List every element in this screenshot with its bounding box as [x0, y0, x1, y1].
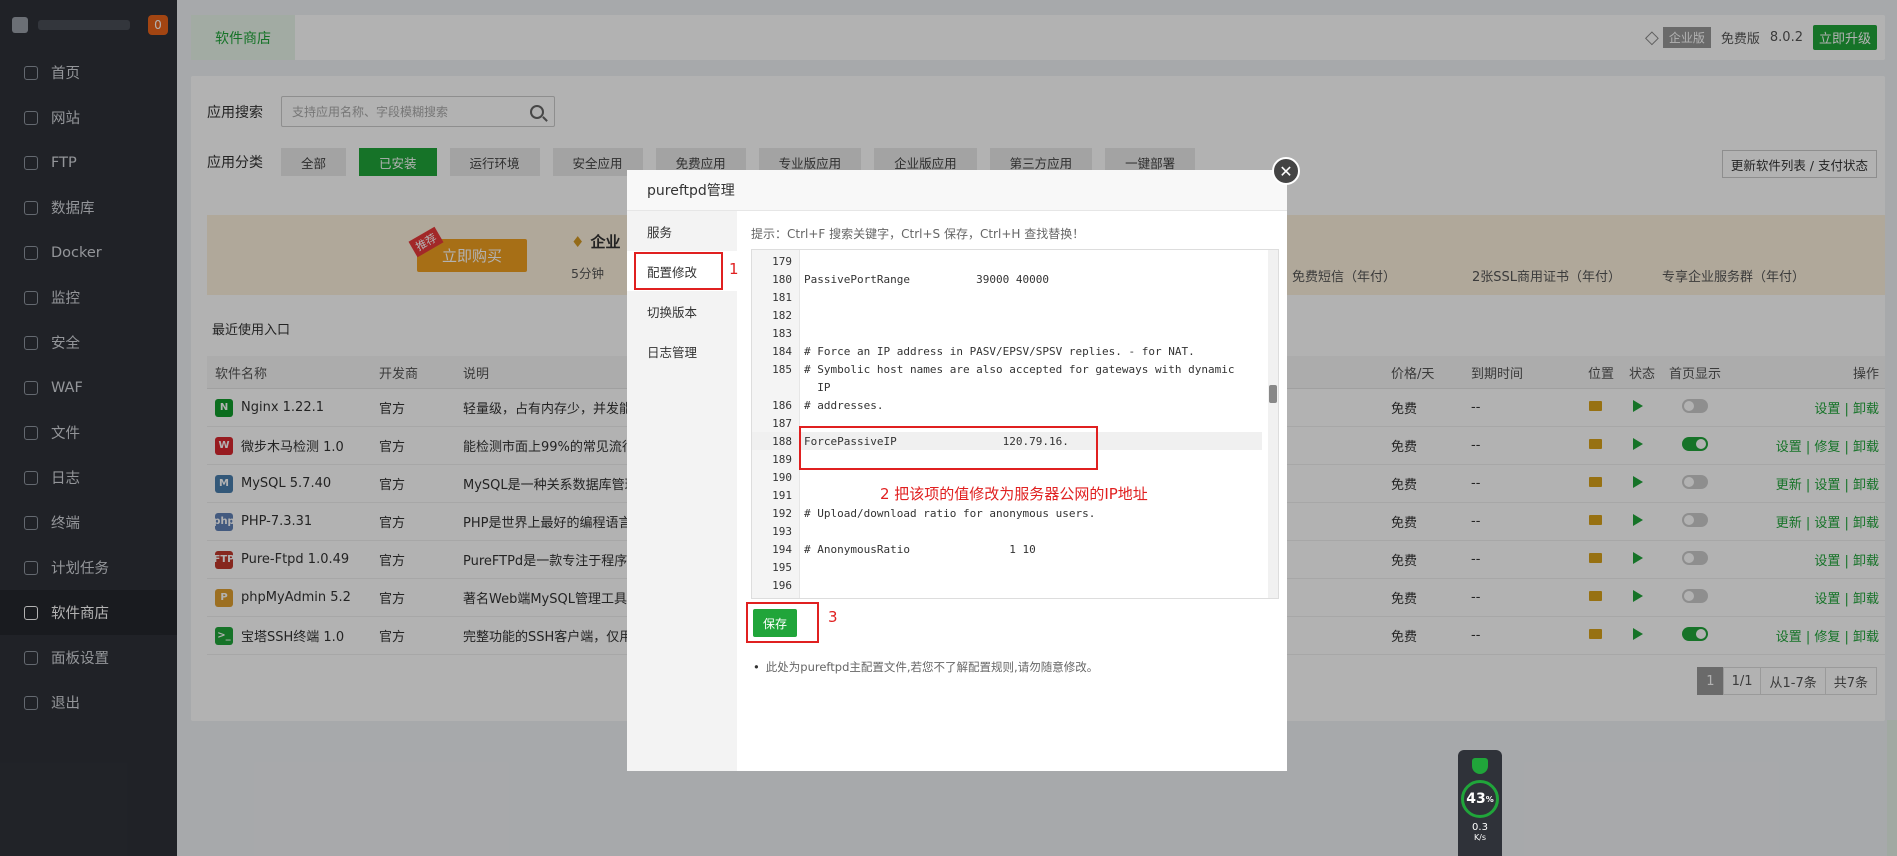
annotation-3: 3 [828, 608, 838, 626]
annotation-2: 2 把该项的值修改为服务器公网的IP地址 [880, 485, 1148, 503]
line-text: # addresses. [804, 398, 884, 412]
pureftpd-modal: pureftpd管理 ✕ 服务 配置修改 切换版本 日志管理 提示：Ctrl+F… [627, 157, 1300, 771]
net-rate: 0.3 [1472, 822, 1488, 833]
code-line[interactable]: 195 [752, 558, 1262, 576]
shield-icon [1472, 758, 1488, 774]
annotation-box-3 [746, 602, 819, 643]
code-line[interactable]: 193 [752, 522, 1262, 540]
line-number: 187 [772, 416, 792, 430]
line-number: 195 [772, 560, 792, 574]
code-line[interactable]: 180 PassivePortRange 39000 40000 [752, 270, 1262, 288]
line-number: 192 [772, 506, 792, 520]
note-text: 此处为pureftpd主配置文件,若您不了解配置规则,请勿随意修改。 [765, 660, 1099, 674]
annotation-1: 1 [729, 260, 739, 278]
scroll-thumb[interactable] [1269, 385, 1277, 403]
line-number: 194 [772, 542, 792, 556]
code-line[interactable]: 179 [752, 252, 1262, 270]
code-line[interactable]: 181 [752, 288, 1262, 306]
side-item-switch-version[interactable]: 切换版本 [627, 291, 737, 331]
code-line[interactable]: 182 [752, 306, 1262, 324]
code-line[interactable]: 192 # Upload/download ratio for anonymous… [752, 504, 1262, 522]
line-text: # Force an IP address in PASV/EPSV/SPSV … [804, 344, 1195, 358]
code-line[interactable]: 183 [752, 324, 1262, 342]
line-number: 188 [772, 434, 792, 448]
line-number: 193 [772, 524, 792, 538]
line-number: 196 [772, 578, 792, 592]
side-item-logs[interactable]: 日志管理 [627, 331, 737, 371]
line-number: 185 [772, 362, 792, 376]
editor-scrollbar[interactable] [1268, 250, 1278, 598]
side-item-service[interactable]: 服务 [627, 211, 737, 251]
modal-title: pureftpd管理 [627, 170, 1287, 211]
line-text: # Symbolic host names are also accepted … [804, 362, 1235, 376]
close-icon[interactable]: ✕ [1272, 157, 1300, 185]
line-number: 183 [772, 326, 792, 340]
line-number: 181 [772, 290, 792, 304]
line-number: 180 [772, 272, 792, 286]
speed-widget[interactable]: 43% 0.3 K/s [1458, 750, 1502, 856]
line-number: 182 [772, 308, 792, 322]
line-text: PassivePortRange 39000 40000 [804, 272, 1050, 286]
modal-sidebar: 服务 配置修改 切换版本 日志管理 [627, 211, 737, 771]
line-number: 189 [772, 452, 792, 466]
line-number: 190 [772, 470, 792, 484]
code-line[interactable]: 194 # AnonymousRatio 1 10 [752, 540, 1262, 558]
line-number: 186 [772, 398, 792, 412]
line-text: # AnonymousRatio 1 10 [804, 542, 1036, 556]
config-editor[interactable]: 179 180 PassivePortRange 39000 40000 181 182… [751, 249, 1279, 599]
line-text: IP [804, 380, 831, 394]
line-number: 191 [772, 488, 792, 502]
code-line[interactable]: 196 [752, 576, 1262, 594]
code-line[interactable]: 186 # addresses. [752, 396, 1262, 414]
code-line[interactable]: 185 # Symbolic host names are also accept… [752, 360, 1262, 378]
line-number: 179 [772, 254, 792, 268]
annotation-box-1 [634, 252, 723, 290]
line-number: 184 [772, 344, 792, 358]
line-text: # Upload/download ratio for anonymous us… [804, 506, 1096, 520]
editor-hint: 提示：Ctrl+F 搜索关键字，Ctrl+S 保存，Ctrl+H 查找替换！ [751, 227, 1085, 241]
config-note: • 此处为pureftpd主配置文件,若您不了解配置规则,请勿随意修改。 [753, 659, 1098, 675]
code-line[interactable]: IP [752, 378, 1262, 396]
net-rate-unit: K/s [1473, 833, 1487, 842]
note-bullet: • [753, 660, 760, 674]
code-line[interactable]: 184 # Force an IP address in PASV/EPSV/SP… [752, 342, 1262, 360]
load-percent: 43 [1466, 791, 1486, 807]
annotation-box-2 [799, 426, 1098, 470]
load-gauge: 43% [1461, 780, 1499, 818]
load-unit: % [1485, 794, 1494, 804]
